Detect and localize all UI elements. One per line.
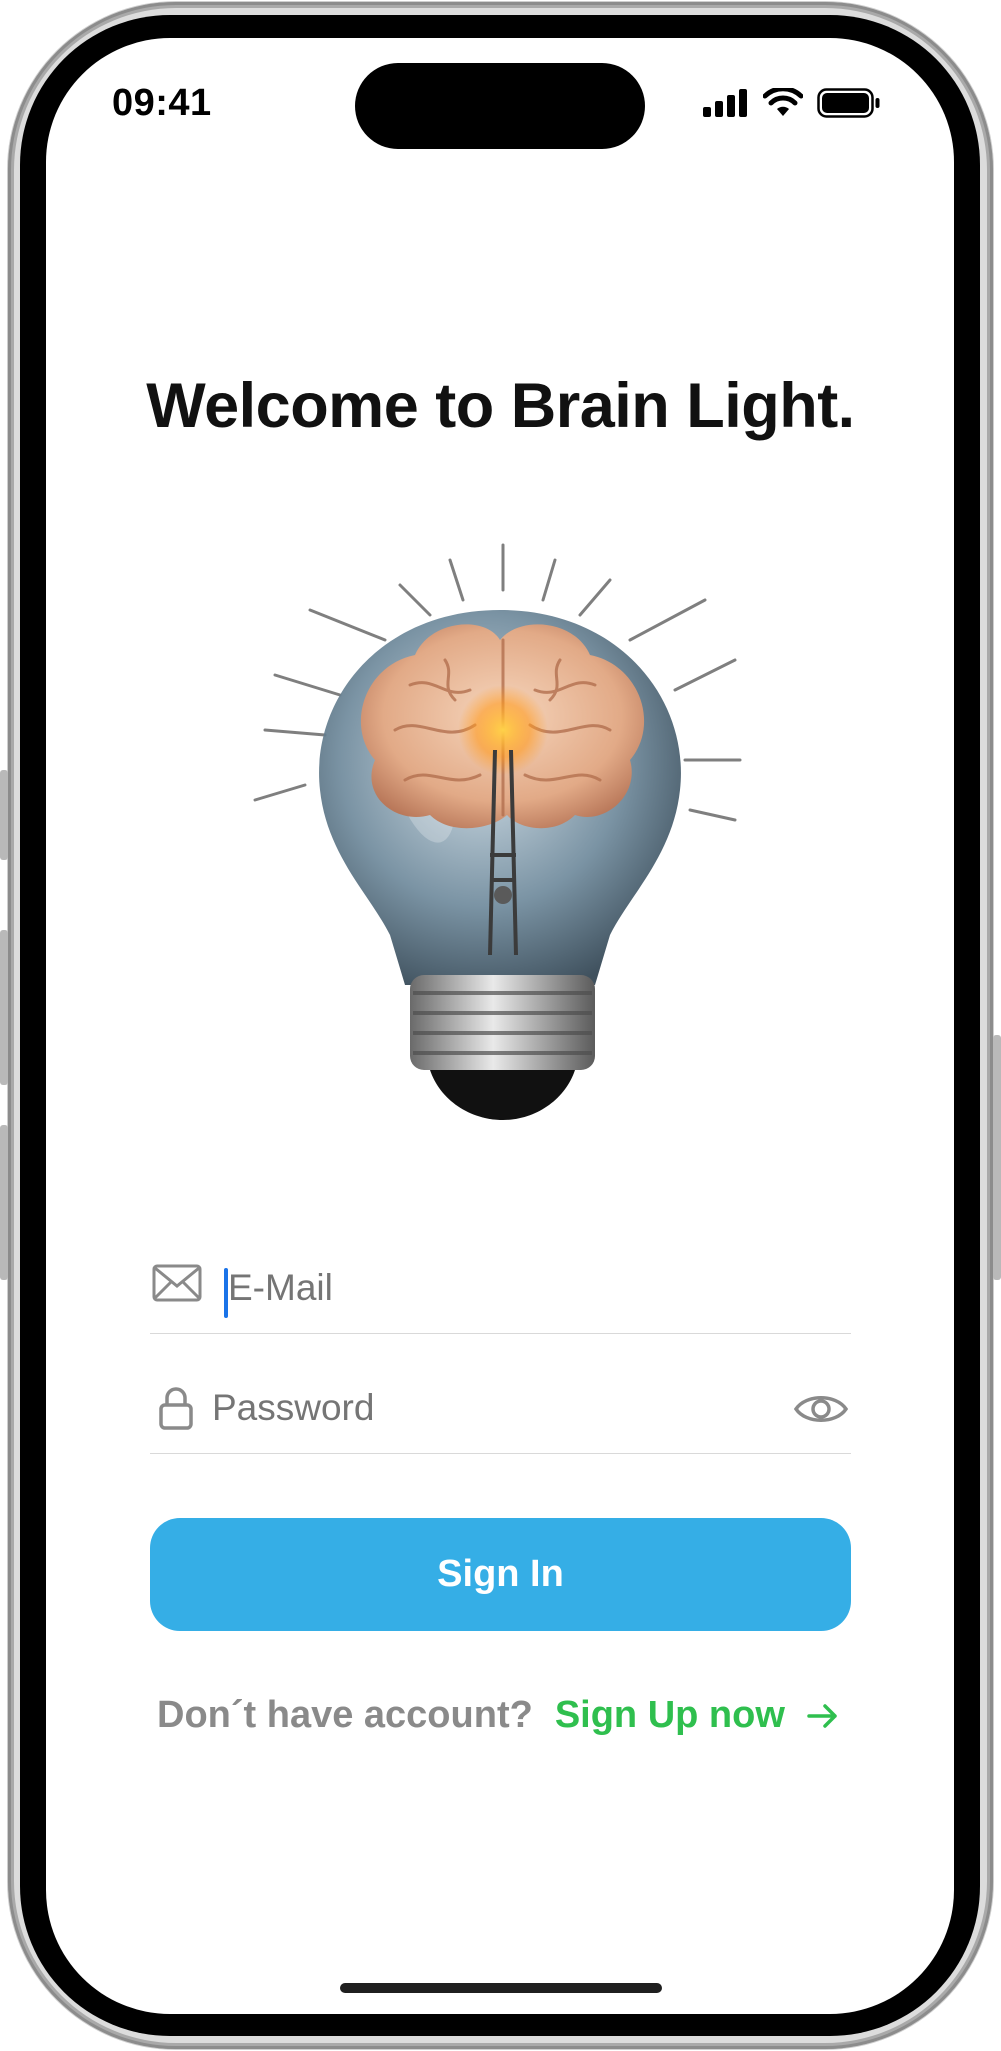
signup-prompt-text: Don´t have account? [157,1694,533,1736]
signup-prompt: Don´t have account? Sign Up now [157,1694,839,1737]
status-time: 09:41 [112,82,212,124]
wifi-icon [763,88,803,116]
home-indicator[interactable] [340,1983,662,1993]
brain-lightbulb-illustration [253,543,742,1120]
email-input[interactable] [228,1267,748,1309]
signal-icon [703,89,747,117]
password-input[interactable] [212,1387,732,1429]
mail-icon [152,1264,202,1302]
page-title: Welcome to Brain Light. [146,371,855,441]
side-button-action [0,770,8,860]
battery-icon [817,88,880,118]
email-field[interactable] [150,1243,851,1334]
arrow-right-icon[interactable] [807,1703,839,1729]
status-icons [703,88,881,118]
password-field[interactable] [150,1363,851,1454]
side-button-volume-down [0,1125,8,1280]
sign-up-link[interactable]: Sign Up now [555,1694,785,1737]
sign-in-button[interactable]: Sign In [150,1518,851,1631]
side-button-volume-up [0,930,8,1085]
lock-icon [159,1387,193,1430]
eye-icon[interactable] [793,1391,849,1427]
side-button-power [993,1035,1001,1280]
dynamic-island [355,63,645,149]
